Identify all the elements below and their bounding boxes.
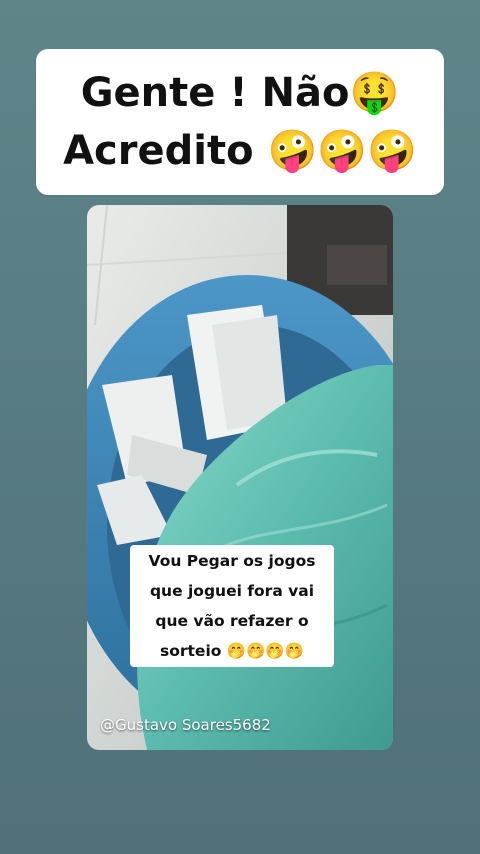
video-frame[interactable] <box>87 205 393 750</box>
title-line-1: Gente ! Não🤑 <box>80 70 400 116</box>
caption-text: Vou Pegar os jogos que joguei fora vai q… <box>148 552 316 660</box>
creator-watermark: @Gustavo Soares5682 <box>100 716 271 734</box>
trash-bin-photo <box>87 205 393 750</box>
title-line-2: Acredito 🤪🤪🤪 <box>63 128 417 174</box>
caption-card: Vou Pegar os jogos que joguei fora vai q… <box>130 545 334 667</box>
title-card: Gente ! Não🤑 Acredito 🤪🤪🤪 <box>36 49 444 195</box>
